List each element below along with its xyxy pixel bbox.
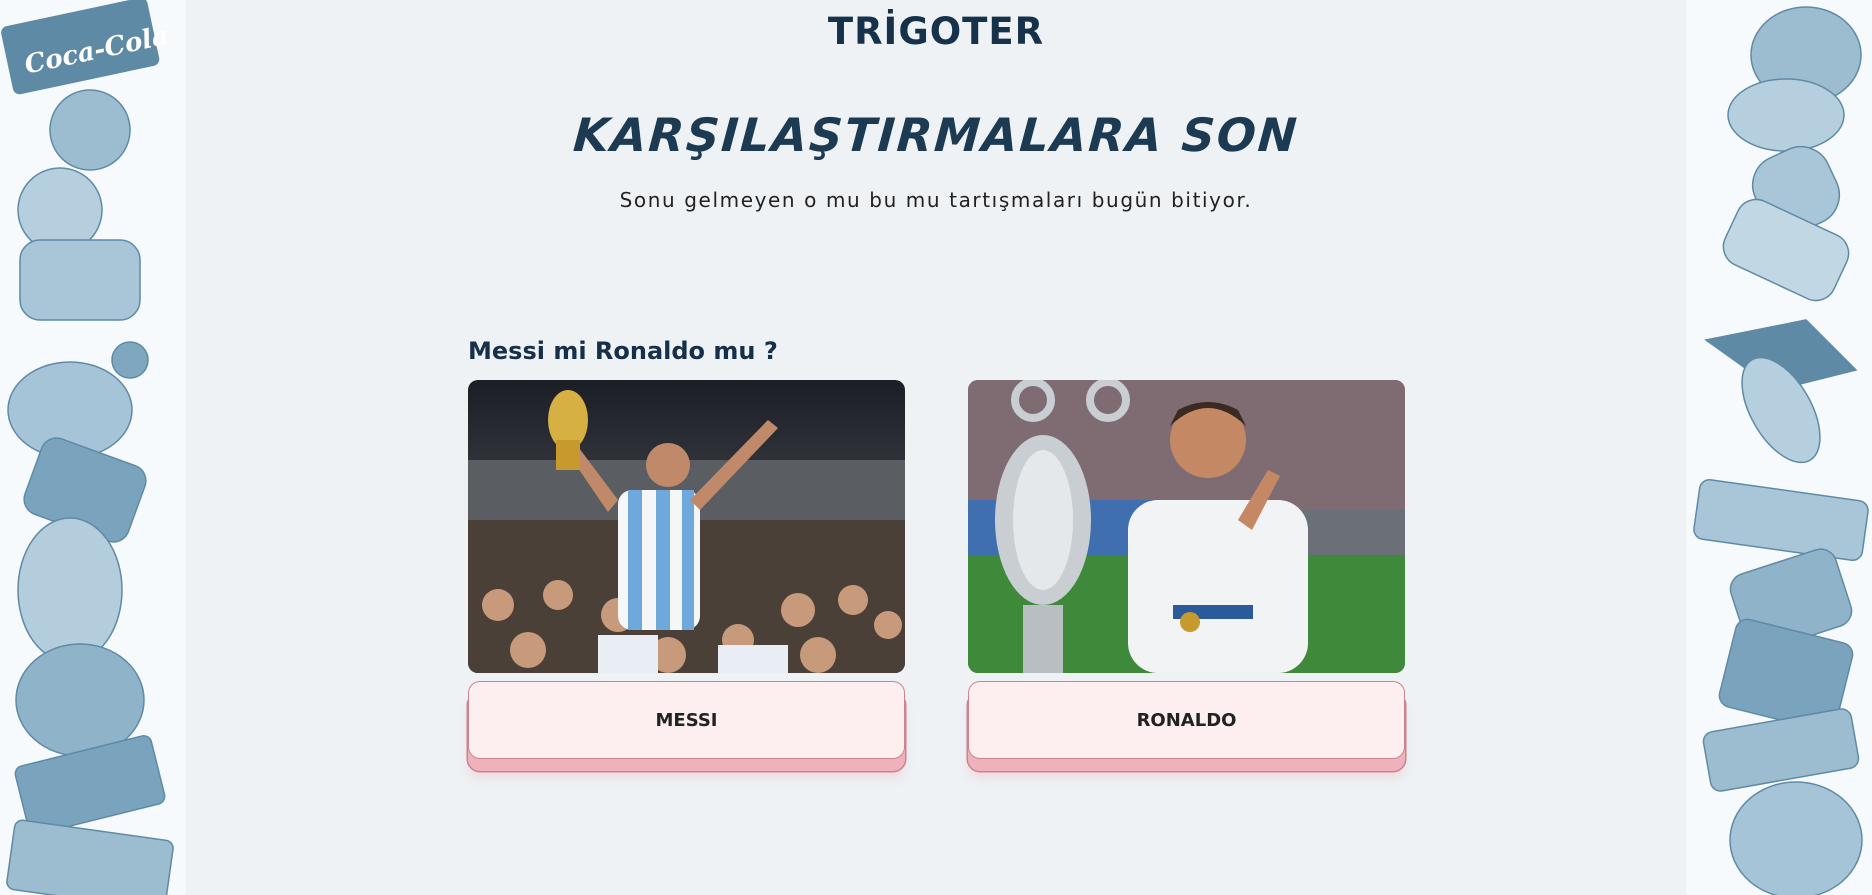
vote-messi-button[interactable]: MESSI — [468, 681, 905, 759]
ronaldo-photo[interactable] — [968, 380, 1405, 673]
hero-title: KARŞILAŞTIRMALARA SON — [571, 108, 1301, 162]
poll-option-messi: MESSI — [468, 380, 905, 759]
poll-question: Messi mi Ronaldo mu ? — [468, 337, 778, 365]
vote-ronaldo-button[interactable]: RONALDO — [968, 681, 1405, 759]
poll-option-ronaldo: RONALDO — [968, 380, 1405, 759]
site-logo[interactable]: TRİGOTER — [0, 10, 1872, 53]
messi-photo-illustration — [468, 380, 905, 673]
messi-photo[interactable] — [468, 380, 905, 673]
page: Coca-Cola TRİGOTER KARŞILAŞTIRMALARA SON… — [0, 0, 1872, 895]
ronaldo-photo-illustration — [968, 380, 1405, 673]
hero-subtitle: Sonu gelmeyen o mu bu mu tartışmaları bu… — [619, 188, 1253, 212]
